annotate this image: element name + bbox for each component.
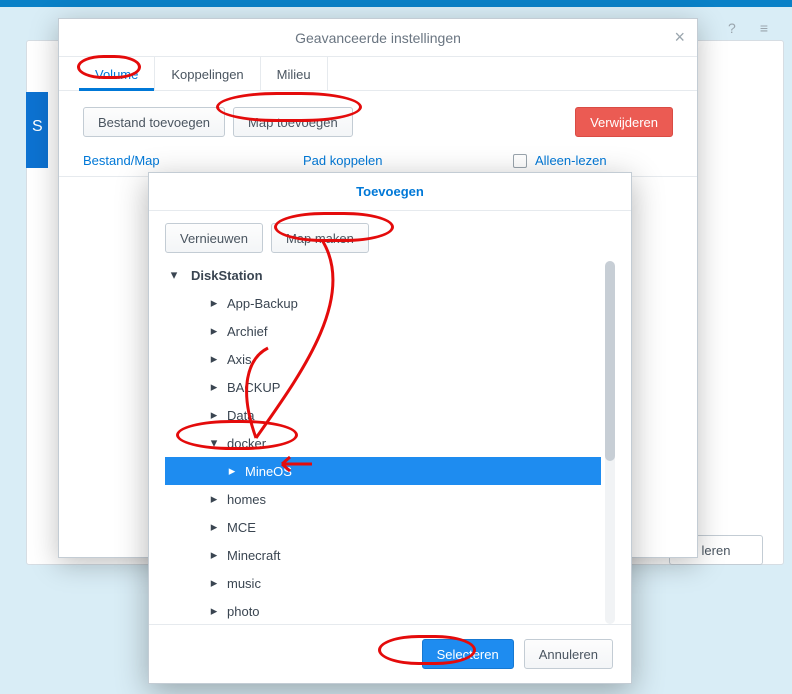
tree-item-label: MineOS: [245, 464, 292, 479]
tree-item-label: music: [227, 576, 261, 591]
tree-item-archief[interactable]: Archief: [165, 317, 601, 345]
folder-picker-footer: Selecteren Annuleren: [149, 624, 631, 683]
caret-right-icon: [209, 407, 219, 423]
scrollbar[interactable]: [605, 261, 615, 624]
app-topbar: [0, 0, 792, 7]
col-path[interactable]: Pad koppelen: [303, 153, 513, 168]
tree-item-photo[interactable]: photo: [165, 597, 601, 624]
caret-down-icon: [209, 435, 219, 451]
mkdir-button[interactable]: Map maken: [271, 223, 369, 253]
tab-bar: Volume Koppelingen Milieu: [59, 57, 697, 91]
caret-right-icon: [209, 547, 219, 563]
tree-item-minecraft[interactable]: Minecraft: [165, 541, 601, 569]
tab-milieu[interactable]: Milieu: [261, 57, 328, 90]
tree-item-label: BACKUP: [227, 380, 280, 395]
tree-item-app-backup[interactable]: App-Backup: [165, 289, 601, 317]
caret-right-icon: [209, 379, 219, 395]
refresh-button[interactable]: Vernieuwen: [165, 223, 263, 253]
select-button[interactable]: Selecteren: [422, 639, 514, 669]
tree-item-label: App-Backup: [227, 296, 298, 311]
folder-picker-toolbar: Vernieuwen Map maken: [149, 211, 631, 261]
tree-item-label: photo: [227, 604, 260, 619]
topbar-icons: ? ≡: [728, 20, 768, 36]
tree-item-label: Axis: [227, 352, 252, 367]
tree-item-label: Data: [227, 408, 254, 423]
folder-picker-title: Toevoegen: [149, 173, 631, 211]
caret-right-icon: [209, 603, 219, 619]
help-icon[interactable]: ?: [728, 20, 736, 36]
tree-item-homes[interactable]: homes: [165, 485, 601, 513]
tree-item-label: docker: [227, 436, 266, 451]
col-readonly[interactable]: Alleen-lezen: [513, 153, 673, 168]
tab-volume[interactable]: Volume: [79, 57, 155, 90]
caret-right-icon: [209, 323, 219, 339]
scrollbar-thumb[interactable]: [605, 261, 615, 461]
col-readonly-label: Alleen-lezen: [535, 153, 607, 168]
add-folder-button[interactable]: Map toevoegen: [233, 107, 353, 137]
tree-item-label: Minecraft: [227, 548, 280, 563]
caret-right-icon: [209, 519, 219, 535]
caret-right-icon: [209, 491, 219, 507]
caret-down-icon: [169, 267, 179, 283]
modal-title: Geavanceerde instellingen: [295, 30, 461, 46]
tree-item-music[interactable]: music: [165, 569, 601, 597]
tree-item-mce[interactable]: MCE: [165, 513, 601, 541]
close-icon[interactable]: ×: [674, 27, 685, 48]
tree-item-backup[interactable]: BACKUP: [165, 373, 601, 401]
delete-button[interactable]: Verwijderen: [575, 107, 673, 137]
col-file[interactable]: Bestand/Map: [83, 153, 303, 168]
folder-tree[interactable]: DiskStation App-Backup Archief Axis BACKUP D…: [165, 261, 601, 624]
toolbar: Bestand toevoegen Map toevoegen Verwijde…: [59, 91, 697, 147]
folder-picker-modal: Toevoegen Vernieuwen Map maken DiskStati…: [148, 172, 632, 684]
tree-item-label: Archief: [227, 324, 267, 339]
readonly-checkbox[interactable]: [513, 154, 527, 168]
caret-right-icon: [209, 295, 219, 311]
tree-wrap: DiskStation App-Backup Archief Axis BACKUP D…: [149, 261, 631, 624]
caret-right-icon: [209, 575, 219, 591]
caret-right-icon: [209, 351, 219, 367]
tree-item-data[interactable]: Data: [165, 401, 601, 429]
menu-icon[interactable]: ≡: [760, 20, 768, 36]
cancel-button[interactable]: Annuleren: [524, 639, 613, 669]
tree-item-label: MCE: [227, 520, 256, 535]
tree-root-label: DiskStation: [187, 262, 263, 289]
tree-item-axis[interactable]: Axis: [165, 345, 601, 373]
tree-item-docker[interactable]: docker: [165, 429, 601, 457]
bg-sidebar-fragment: S: [26, 92, 48, 168]
modal-header: Geavanceerde instellingen ×: [59, 19, 697, 57]
tree-item-mineos[interactable]: MineOS: [165, 457, 601, 485]
caret-right-icon: [227, 463, 237, 479]
tab-koppelingen[interactable]: Koppelingen: [155, 57, 260, 90]
add-file-button[interactable]: Bestand toevoegen: [83, 107, 225, 137]
tree-root[interactable]: DiskStation: [165, 261, 601, 289]
tree-item-label: homes: [227, 492, 266, 507]
